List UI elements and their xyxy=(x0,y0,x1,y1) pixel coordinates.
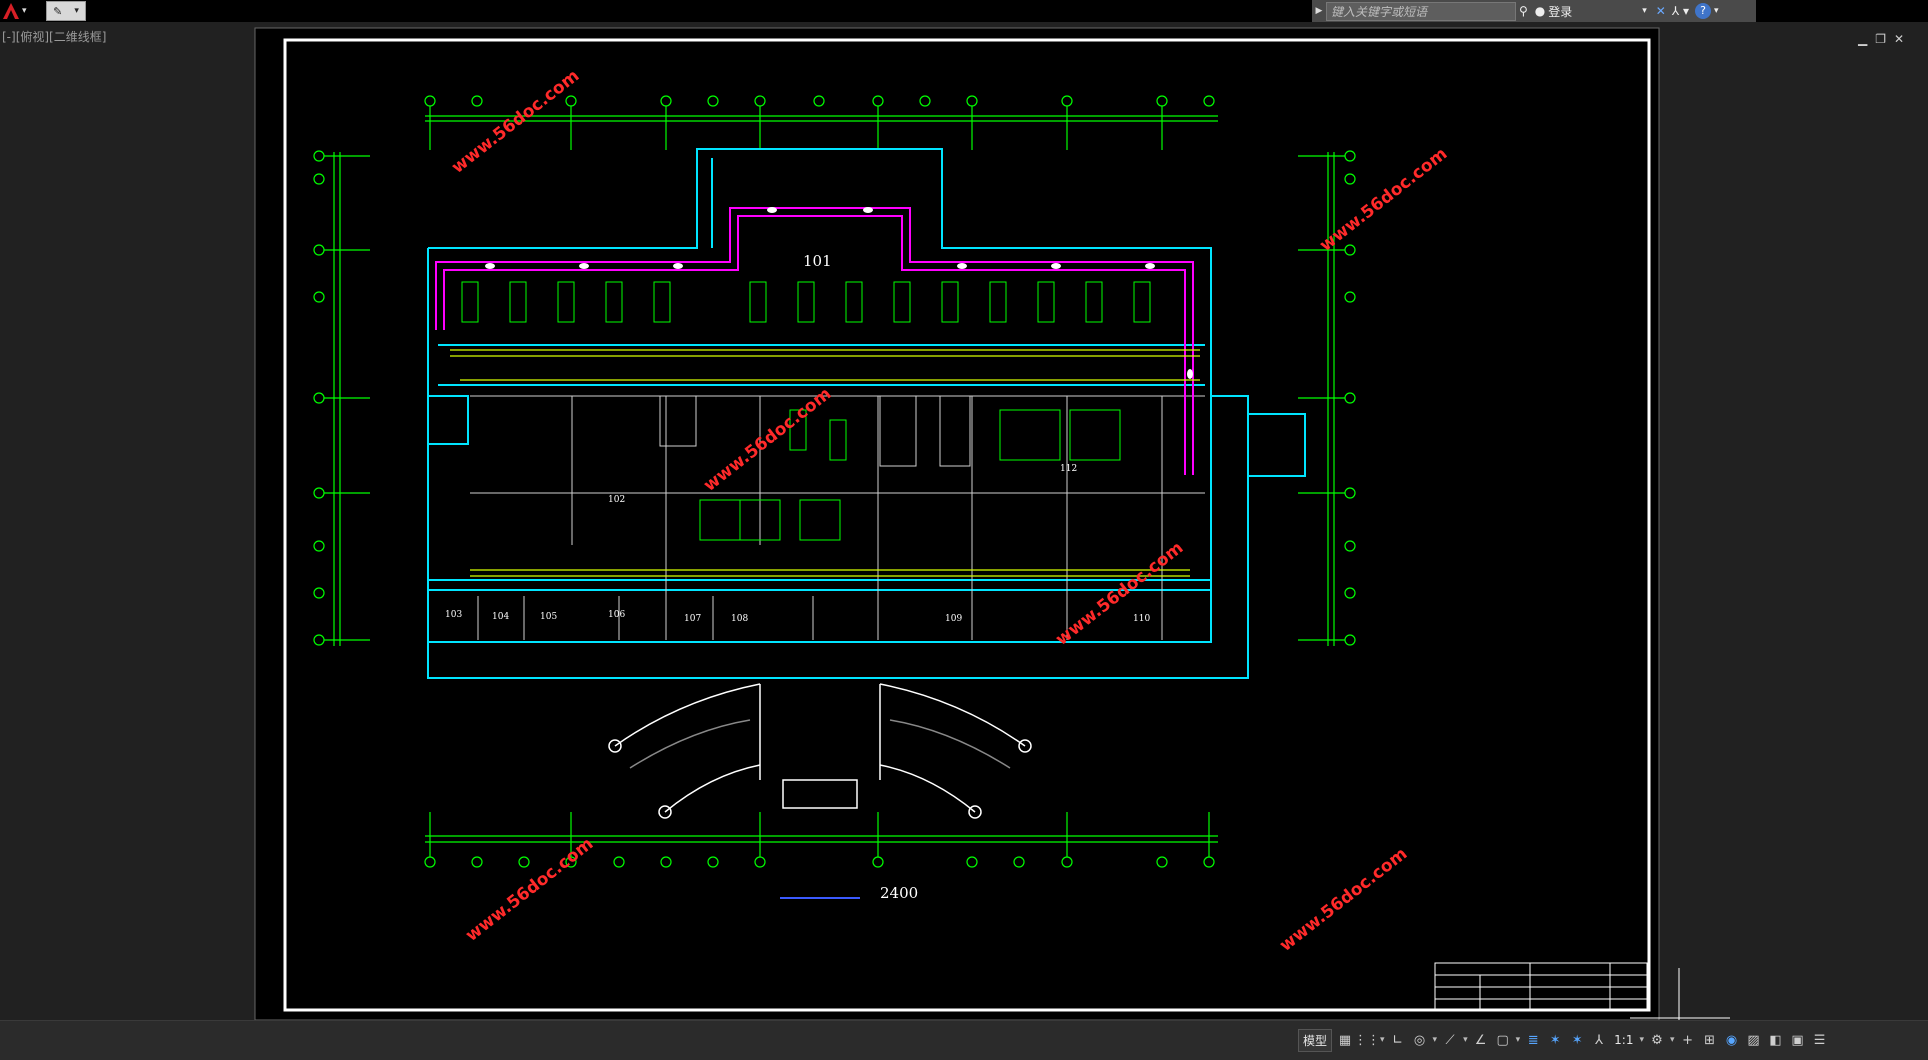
exchange-apps-icon[interactable]: ✕ xyxy=(1653,0,1669,22)
annotation-scale-value[interactable]: 1:1 xyxy=(1612,1033,1635,1047)
customization-menu-icon[interactable]: ☰ xyxy=(1811,1030,1829,1050)
room-label: 103 xyxy=(445,610,463,620)
chevron-down-icon: ▾ xyxy=(22,6,27,16)
chevron-down-icon[interactable]: ▾ xyxy=(1639,1035,1644,1045)
units-icon[interactable]: ⊞ xyxy=(1701,1030,1719,1050)
application-menu-button[interactable]: ▾ xyxy=(2,1,42,21)
object-snap-tracking-icon[interactable]: ∠ xyxy=(1472,1030,1490,1050)
sign-in-label: 登录 xyxy=(1548,4,1573,19)
sign-in-button[interactable]: ● 登录 ▾ xyxy=(1531,3,1653,20)
grid-icon[interactable]: ▦ xyxy=(1336,1030,1354,1050)
edit-icon[interactable]: ✎ xyxy=(53,5,62,18)
model-space-canvas[interactable]: 101 102 103 104 105 106 107 108 109 110 … xyxy=(0,22,1928,1021)
room-label: 109 xyxy=(945,614,963,624)
clean-screen-icon[interactable]: ▣ xyxy=(1789,1030,1807,1050)
minimize-icon[interactable]: ▁ xyxy=(1858,32,1867,46)
stay-connected-icon[interactable]: ⅄ ▾ xyxy=(1669,0,1692,22)
chevron-down-icon[interactable]: ▾ xyxy=(1433,1035,1438,1045)
restore-icon[interactable]: ❐ xyxy=(1875,32,1886,46)
room-label: 104 xyxy=(492,612,510,622)
drawing-window-controls: ▁ ❐ ✕ xyxy=(1858,32,1904,46)
room-label: 108 xyxy=(731,614,749,624)
search-input[interactable]: 键入关键字或短语 xyxy=(1326,1,1516,21)
lineweight-icon[interactable]: ≣ xyxy=(1524,1030,1542,1050)
workspace-switching-icon[interactable]: ⚙ xyxy=(1648,1030,1666,1050)
room-label: 112 xyxy=(1060,464,1078,474)
model-space-button[interactable]: 模型 xyxy=(1298,1028,1333,1052)
help-icon[interactable]: ? ▾ xyxy=(1692,0,1722,22)
quick-access-toolbar[interactable]: ✎ ▾ xyxy=(46,1,86,21)
room-label: 106 xyxy=(608,610,626,620)
room-label: 105 xyxy=(540,612,558,622)
isodraft-icon[interactable]: ⟋ xyxy=(1441,1030,1459,1050)
chevron-down-icon[interactable]: ▾ xyxy=(1670,1035,1675,1045)
info-center: ▶ 键入关键字或短语 ⚲ ● 登录 ▾ ✕ ⅄ ▾ ? ▾ xyxy=(1312,0,1756,22)
drawing-svg xyxy=(254,27,1730,1021)
viewport-controls-label[interactable]: [-][俯视][二维线框] xyxy=(2,28,106,45)
annotation-monitor-icon[interactable]: + xyxy=(1679,1030,1697,1050)
ortho-icon[interactable]: ∟ xyxy=(1389,1030,1407,1050)
binoculars-icon[interactable]: ⚲ xyxy=(1516,0,1531,22)
autocad-window: ▾ ✎ ▾ ▶ 键入关键字或短语 ⚲ ● 登录 ▾ ✕ ⅄ ▾ ? ▾ 101 … xyxy=(0,0,1928,1060)
close-icon[interactable]: ✕ xyxy=(1894,32,1904,46)
annotation-visibility-icon[interactable]: ✶ xyxy=(1546,1030,1564,1050)
scale-text: 2400 xyxy=(880,884,919,902)
room-label: 101 xyxy=(803,252,832,270)
object-snap-icon[interactable]: ▢ xyxy=(1494,1030,1512,1050)
chevron-down-icon[interactable]: ▾ xyxy=(1380,1035,1385,1045)
room-label: 102 xyxy=(608,495,626,505)
auto-scale-icon[interactable]: ✶ xyxy=(1568,1030,1586,1050)
autocad-logo-icon xyxy=(3,3,19,19)
polar-tracking-icon[interactable]: ◎ xyxy=(1411,1030,1429,1050)
status-bar: 模型 ▦ ⋮⋮ ▾ ∟ ◎ ▾ ⟋ ▾ ∠ ▢ ▾ ≣ ✶ ✶ ⅄ 1:1 ▾ … xyxy=(0,1020,1928,1060)
user-icon: ● xyxy=(1534,4,1546,18)
room-label: 110 xyxy=(1133,614,1151,624)
status-tools: 模型 ▦ ⋮⋮ ▾ ∟ ◎ ▾ ⟋ ▾ ∠ ▢ ▾ ≣ ✶ ✶ ⅄ 1:1 ▾ … xyxy=(1298,1024,1829,1056)
hardware-acceleration-icon[interactable]: ◉ xyxy=(1723,1030,1741,1050)
chevron-down-icon[interactable]: ▾ xyxy=(74,6,79,16)
graphics-performance-icon[interactable]: ◧ xyxy=(1767,1030,1785,1050)
room-label: 107 xyxy=(684,614,702,624)
snap-icon[interactable]: ⋮⋮ xyxy=(1354,1030,1380,1050)
chevron-down-icon: ▾ xyxy=(1642,6,1647,16)
chevron-down-icon[interactable]: ▾ xyxy=(1463,1035,1468,1045)
drawing-sheet xyxy=(254,27,1660,1021)
annotation-scale-icon[interactable]: ⅄ xyxy=(1590,1030,1608,1050)
chevron-down-icon[interactable]: ▾ xyxy=(1516,1035,1521,1045)
title-bar: ▾ ✎ ▾ ▶ 键入关键字或短语 ⚲ ● 登录 ▾ ✕ ⅄ ▾ ? ▾ xyxy=(0,0,1928,22)
expand-icon[interactable]: ▶ xyxy=(1312,0,1326,22)
isolate-objects-icon[interactable]: ▨ xyxy=(1745,1030,1763,1050)
